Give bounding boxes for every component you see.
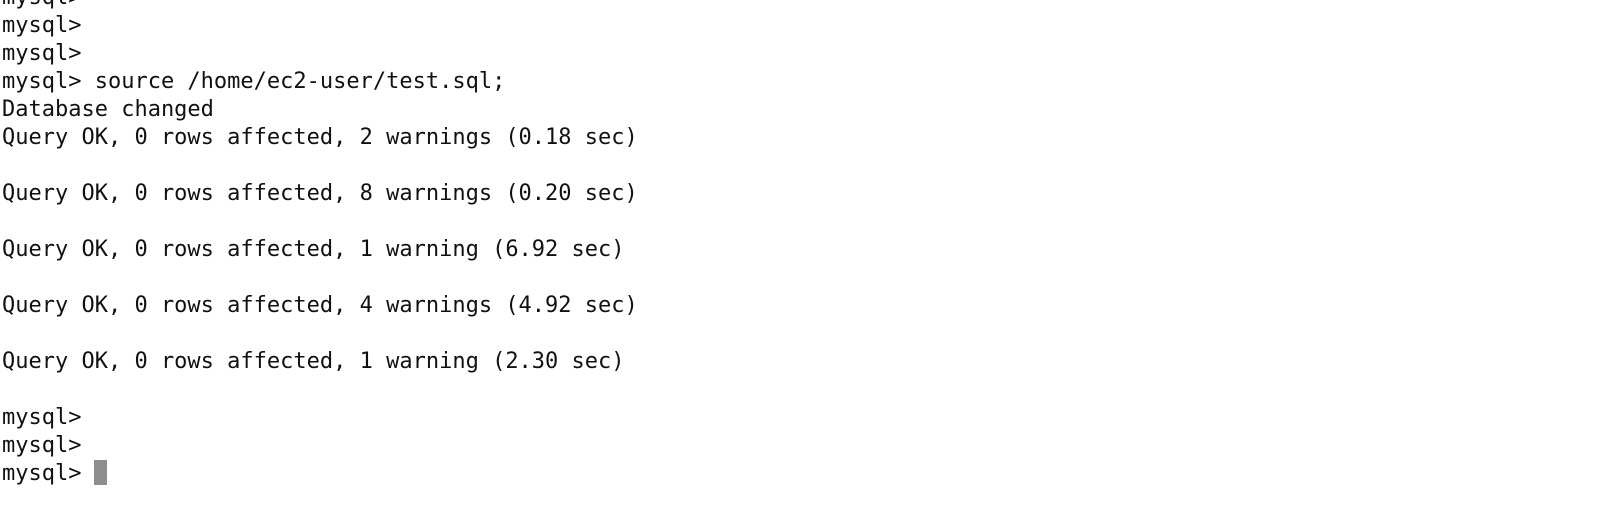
terminal-window[interactable]: mysql> mysql> mysql> mysql> source /home… <box>0 0 1610 518</box>
terminal-line: Query OK, 0 rows affected, 4 warnings (4… <box>2 293 638 318</box>
terminal-line: mysql> <box>2 0 638 12</box>
terminal-line: Query OK, 0 rows affected, 1 warning (2.… <box>2 349 625 374</box>
terminal-line: mysql> <box>2 41 82 66</box>
terminal-line: Query OK, 0 rows affected, 2 warnings (0… <box>2 125 638 150</box>
terminal-line: mysql> <box>2 433 82 458</box>
terminal-line: mysql> <box>2 405 82 430</box>
terminal-line: Query OK, 0 rows affected, 8 warnings (0… <box>2 181 638 206</box>
terminal-line: Database changed <box>2 97 214 122</box>
terminal-line: Query OK, 0 rows affected, 1 warning (6.… <box>2 237 625 262</box>
prompt-label: mysql> <box>2 461 82 486</box>
text-cursor <box>94 460 108 485</box>
active-prompt-line[interactable]: mysql> <box>2 460 638 488</box>
terminal-line: mysql> <box>2 13 82 38</box>
terminal-line: mysql> source /home/ec2-user/test.sql; <box>2 69 506 94</box>
terminal-output: mysql> mysql> mysql> mysql> source /home… <box>2 0 638 488</box>
